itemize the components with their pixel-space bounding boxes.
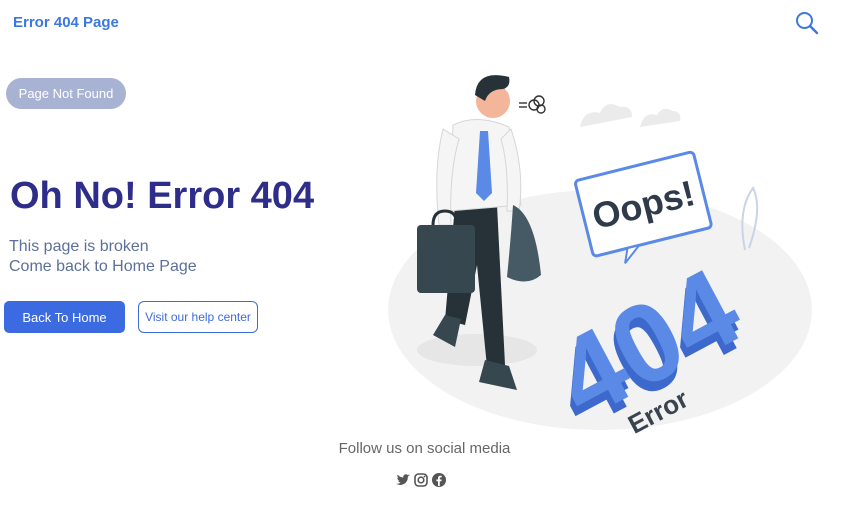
twitter-icon[interactable] [395,472,411,488]
error-illustration: Oops! 404 404 Error [388,75,812,440]
message-line-1: This page is broken [9,238,149,255]
message-line-2: Come back to Home Page [9,258,197,275]
person-figure [417,75,541,390]
search-icon[interactable] [794,10,820,36]
follow-text: Follow us on social media [338,440,511,457]
facebook-icon[interactable] [431,472,447,488]
cloud-icon [580,104,681,127]
social-icons [395,472,447,488]
brand-title[interactable]: Error 404 Page [13,14,119,31]
help-center-button[interactable]: Visit our help center [138,301,258,333]
status-badge: Page Not Found [6,78,126,109]
back-to-home-button[interactable]: Back To Home [4,301,125,333]
page-title: Oh No! Error 404 [10,175,315,217]
instagram-icon[interactable] [413,472,429,488]
sigh-icon [519,95,546,114]
